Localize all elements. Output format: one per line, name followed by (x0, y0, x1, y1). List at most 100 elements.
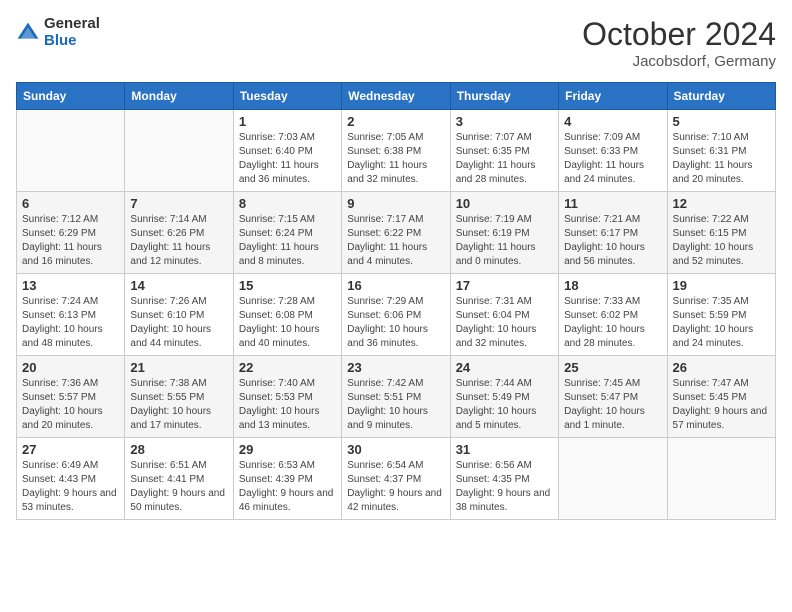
day-number: 30 (347, 442, 444, 457)
calendar-cell: 13 Sunrise: 7:24 AM Sunset: 6:13 PM Dayli… (17, 274, 125, 356)
day-info: Sunrise: 6:56 AM Sunset: 4:35 PM Dayligh… (456, 459, 553, 515)
day-info: Sunrise: 7:45 AM Sunset: 5:47 PM Dayligh… (564, 377, 661, 433)
calendar-cell: 23Sunrise: 7:42 AM Sunset: 5:51 PM Dayli… (342, 356, 450, 438)
calendar-cell: 16Sunrise: 7:29 AM Sunset: 6:06 PM Dayli… (342, 274, 450, 356)
day-info: Sunrise: 7:40 AM Sunset: 5:53 PM Dayligh… (239, 377, 336, 433)
calendar-cell: 7 Sunrise: 7:14 AM Sunset: 6:26 PM Daylig… (125, 192, 233, 274)
week-row-2: 6Sunrise: 7:12 AM Sunset: 6:29 PM Daylig… (17, 192, 776, 274)
calendar-cell: 11Sunrise: 7:21 AM Sunset: 6:17 PM Dayli… (559, 192, 667, 274)
day-number: 1 (239, 114, 336, 129)
calendar-cell: 9 Sunrise: 7:17 AM Sunset: 6:22 PM Daylig… (342, 192, 450, 274)
day-info: Sunrise: 7:07 AM Sunset: 6:35 PM Dayligh… (456, 131, 553, 187)
day-info: Sunrise: 7:42 AM Sunset: 5:51 PM Dayligh… (347, 377, 444, 433)
calendar-table: SundayMondayTuesdayWednesdayThursdayFrid… (16, 82, 776, 520)
title-block: October 2024 Jacobsdorf, Germany (582, 16, 776, 70)
day-info: Sunrise: 7:22 AM Sunset: 6:15 PM Dayligh… (673, 213, 770, 269)
day-number: 18 (564, 278, 661, 293)
calendar-title: October 2024 (582, 16, 776, 53)
calendar-cell: 31 Sunrise: 6:56 AM Sunset: 4:35 PM Dayli… (450, 438, 558, 520)
day-number: 27 (22, 442, 119, 457)
day-number: 19 (673, 278, 770, 293)
day-info: Sunrise: 7:44 AM Sunset: 5:49 PM Dayligh… (456, 377, 553, 433)
day-info: Sunrise: 7:05 AM Sunset: 6:38 PM Dayligh… (347, 131, 444, 187)
day-number: 14 (130, 278, 227, 293)
day-number: 16 (347, 278, 444, 293)
calendar-cell: 2 Sunrise: 7:05 AM Sunset: 6:38 PM Daylig… (342, 110, 450, 192)
calendar-cell: 15 Sunrise: 7:28 AM Sunset: 6:08 PM Dayli… (233, 274, 341, 356)
day-info: Sunrise: 6:53 AM Sunset: 4:39 PM Dayligh… (239, 459, 336, 515)
calendar-header: SundayMondayTuesdayWednesdayThursdayFrid… (17, 83, 776, 110)
day-number: 2 (347, 114, 444, 129)
calendar-cell: 30Sunrise: 6:54 AM Sunset: 4:37 PM Dayli… (342, 438, 450, 520)
calendar-body: 1 Sunrise: 7:03 AM Sunset: 6:40 PM Daylig… (17, 110, 776, 520)
day-info: Sunrise: 7:10 AM Sunset: 6:31 PM Dayligh… (673, 131, 770, 187)
calendar-cell (125, 110, 233, 192)
logo-general: General (44, 16, 100, 33)
week-row-3: 13 Sunrise: 7:24 AM Sunset: 6:13 PM Dayli… (17, 274, 776, 356)
day-info: Sunrise: 7:21 AM Sunset: 6:17 PM Dayligh… (564, 213, 661, 269)
day-info: Sunrise: 7:26 AM Sunset: 6:10 PM Dayligh… (130, 295, 227, 351)
day-number: 29 (239, 442, 336, 457)
logo-blue: Blue (44, 33, 100, 50)
day-info: Sunrise: 7:12 AM Sunset: 6:29 PM Dayligh… (22, 213, 119, 269)
calendar-cell: 20 Sunrise: 7:36 AM Sunset: 5:57 PM Dayli… (17, 356, 125, 438)
calendar-cell: 8Sunrise: 7:15 AM Sunset: 6:24 PM Daylig… (233, 192, 341, 274)
day-info: Sunrise: 6:51 AM Sunset: 4:41 PM Dayligh… (130, 459, 227, 515)
calendar-cell: 10 Sunrise: 7:19 AM Sunset: 6:19 PM Dayli… (450, 192, 558, 274)
day-number: 22 (239, 360, 336, 375)
day-number: 7 (130, 196, 227, 211)
day-info: Sunrise: 6:49 AM Sunset: 4:43 PM Dayligh… (22, 459, 119, 515)
logo-text: General Blue (44, 16, 100, 49)
calendar-cell: 29 Sunrise: 6:53 AM Sunset: 4:39 PM Dayli… (233, 438, 341, 520)
day-number: 12 (673, 196, 770, 211)
logo-icon (16, 21, 40, 45)
calendar-cell: 3Sunrise: 7:07 AM Sunset: 6:35 PM Daylig… (450, 110, 558, 192)
day-info: Sunrise: 7:14 AM Sunset: 6:26 PM Dayligh… (130, 213, 227, 269)
week-row-1: 1 Sunrise: 7:03 AM Sunset: 6:40 PM Daylig… (17, 110, 776, 192)
header-day-monday: Monday (125, 83, 233, 110)
header-day-wednesday: Wednesday (342, 83, 450, 110)
calendar-cell: 25Sunrise: 7:45 AM Sunset: 5:47 PM Dayli… (559, 356, 667, 438)
day-info: Sunrise: 7:36 AM Sunset: 5:57 PM Dayligh… (22, 377, 119, 433)
day-info: Sunrise: 7:28 AM Sunset: 6:08 PM Dayligh… (239, 295, 336, 351)
day-info: Sunrise: 7:38 AM Sunset: 5:55 PM Dayligh… (130, 377, 227, 433)
day-number: 13 (22, 278, 119, 293)
calendar-cell: 21Sunrise: 7:38 AM Sunset: 5:55 PM Dayli… (125, 356, 233, 438)
header-day-thursday: Thursday (450, 83, 558, 110)
calendar-cell: 17 Sunrise: 7:31 AM Sunset: 6:04 PM Dayli… (450, 274, 558, 356)
day-info: Sunrise: 7:17 AM Sunset: 6:22 PM Dayligh… (347, 213, 444, 269)
calendar-cell: 19Sunrise: 7:35 AM Sunset: 5:59 PM Dayli… (667, 274, 775, 356)
calendar-cell: 4Sunrise: 7:09 AM Sunset: 6:33 PM Daylig… (559, 110, 667, 192)
day-number: 5 (673, 114, 770, 129)
day-info: Sunrise: 7:47 AM Sunset: 5:45 PM Dayligh… (673, 377, 770, 433)
day-info: Sunrise: 7:19 AM Sunset: 6:19 PM Dayligh… (456, 213, 553, 269)
day-info: Sunrise: 7:33 AM Sunset: 6:02 PM Dayligh… (564, 295, 661, 351)
calendar-cell: 18 Sunrise: 7:33 AM Sunset: 6:02 PM Dayli… (559, 274, 667, 356)
week-row-5: 27 Sunrise: 6:49 AM Sunset: 4:43 PM Dayli… (17, 438, 776, 520)
day-number: 26 (673, 360, 770, 375)
header-day-saturday: Saturday (667, 83, 775, 110)
calendar-cell: 1 Sunrise: 7:03 AM Sunset: 6:40 PM Daylig… (233, 110, 341, 192)
calendar-cell: 26 Sunrise: 7:47 AM Sunset: 5:45 PM Dayli… (667, 356, 775, 438)
calendar-cell: 27 Sunrise: 6:49 AM Sunset: 4:43 PM Dayli… (17, 438, 125, 520)
calendar-subtitle: Jacobsdorf, Germany (582, 53, 776, 70)
header-day-friday: Friday (559, 83, 667, 110)
day-info: Sunrise: 7:24 AM Sunset: 6:13 PM Dayligh… (22, 295, 119, 351)
day-number: 10 (456, 196, 553, 211)
calendar-cell (559, 438, 667, 520)
day-info: Sunrise: 7:31 AM Sunset: 6:04 PM Dayligh… (456, 295, 553, 351)
day-number: 20 (22, 360, 119, 375)
page-header: General Blue October 2024 Jacobsdorf, Ge… (16, 16, 776, 70)
day-number: 9 (347, 196, 444, 211)
day-number: 15 (239, 278, 336, 293)
day-number: 17 (456, 278, 553, 293)
header-day-tuesday: Tuesday (233, 83, 341, 110)
week-row-4: 20 Sunrise: 7:36 AM Sunset: 5:57 PM Dayli… (17, 356, 776, 438)
header-day-sunday: Sunday (17, 83, 125, 110)
day-info: Sunrise: 7:09 AM Sunset: 6:33 PM Dayligh… (564, 131, 661, 187)
day-number: 8 (239, 196, 336, 211)
day-number: 31 (456, 442, 553, 457)
day-info: Sunrise: 7:03 AM Sunset: 6:40 PM Dayligh… (239, 131, 336, 187)
calendar-cell: 14 Sunrise: 7:26 AM Sunset: 6:10 PM Dayli… (125, 274, 233, 356)
header-row: SundayMondayTuesdayWednesdayThursdayFrid… (17, 83, 776, 110)
